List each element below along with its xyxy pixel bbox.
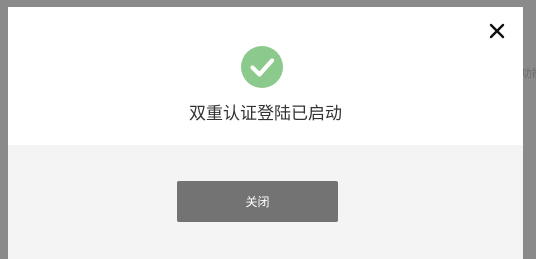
dialog-message: 双重认证登陆已启动 (189, 104, 342, 124)
close-icon[interactable] (486, 20, 508, 42)
dialog: 双重认证登陆已启动 关闭 (8, 7, 523, 259)
check-circle-icon (241, 46, 283, 88)
close-button[interactable]: 关闭 (177, 181, 338, 222)
background-text-fragment: 功能 (521, 67, 536, 80)
